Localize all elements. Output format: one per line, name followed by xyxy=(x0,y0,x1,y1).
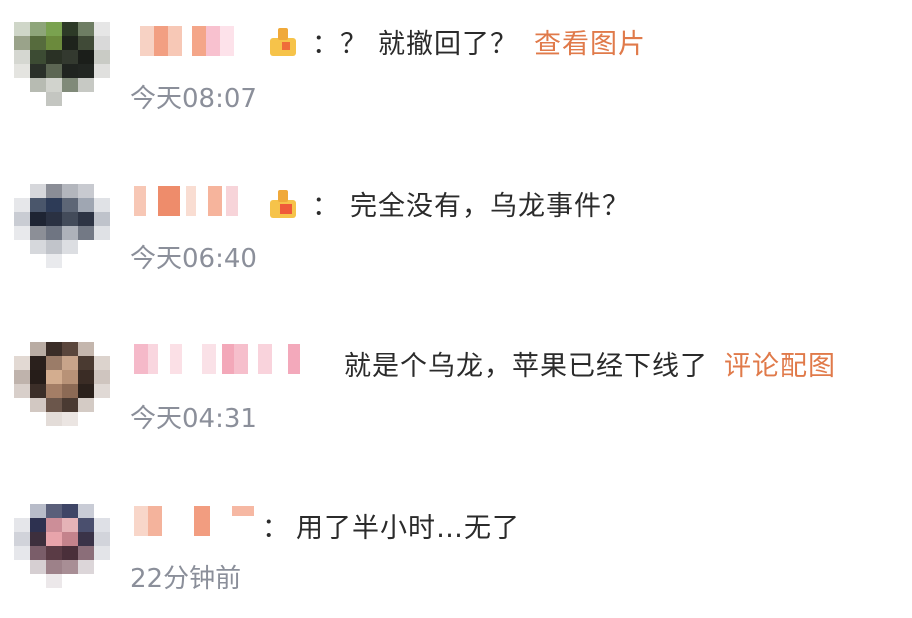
comment-body: 完全没有，乌龙事件？ xyxy=(350,191,630,222)
badge-icon xyxy=(268,26,300,58)
comment-item: ： 完全没有，乌龙事件？ 今天06:40 xyxy=(0,160,912,300)
comment-time: 今天04:31 xyxy=(130,404,257,434)
comment-text: ：用了半小时…无了 xyxy=(262,506,520,545)
comment-body: 就撤回了？ xyxy=(378,29,518,60)
comment-time: 今天06:40 xyxy=(130,244,257,274)
comment-time: 22分钟前 xyxy=(130,564,242,594)
username-mosaic[interactable] xyxy=(130,186,260,216)
view-image-link[interactable]: 查看图片 xyxy=(534,29,646,60)
comment-time: 今天08:07 xyxy=(130,84,257,114)
avatar[interactable] xyxy=(14,504,110,588)
comment-prefix: ： xyxy=(312,191,340,222)
comment-item: 就是个乌龙，苹果已经下线了 评论配图 今天04:31 xyxy=(0,318,912,458)
avatar[interactable] xyxy=(14,22,110,106)
comment-item: ：？ 就撤回了？ 查看图片 今天08:07 xyxy=(0,0,912,140)
username-mosaic[interactable] xyxy=(130,344,310,374)
comment-body: 用了半小时…无了 xyxy=(296,513,520,544)
username-mosaic[interactable] xyxy=(130,26,260,56)
comment-body: 就是个乌龙，苹果已经下线了 xyxy=(344,351,708,382)
username-mosaic[interactable] xyxy=(130,506,260,536)
comment-text: ： 完全没有，乌龙事件？ xyxy=(312,184,630,223)
comment-image-link[interactable]: 评论配图 xyxy=(724,351,836,382)
comment-text: ：？ 就撤回了？ 查看图片 xyxy=(312,22,646,61)
comment-prefix: ： xyxy=(262,513,290,544)
comment-prefix: ：？ xyxy=(312,29,368,60)
comment-text: 就是个乌龙，苹果已经下线了 评论配图 xyxy=(344,344,836,383)
comment-item: ：用了半小时…无了 22分钟前 xyxy=(0,478,912,618)
avatar[interactable] xyxy=(14,184,110,268)
avatar[interactable] xyxy=(14,342,110,426)
badge-icon xyxy=(268,188,300,220)
